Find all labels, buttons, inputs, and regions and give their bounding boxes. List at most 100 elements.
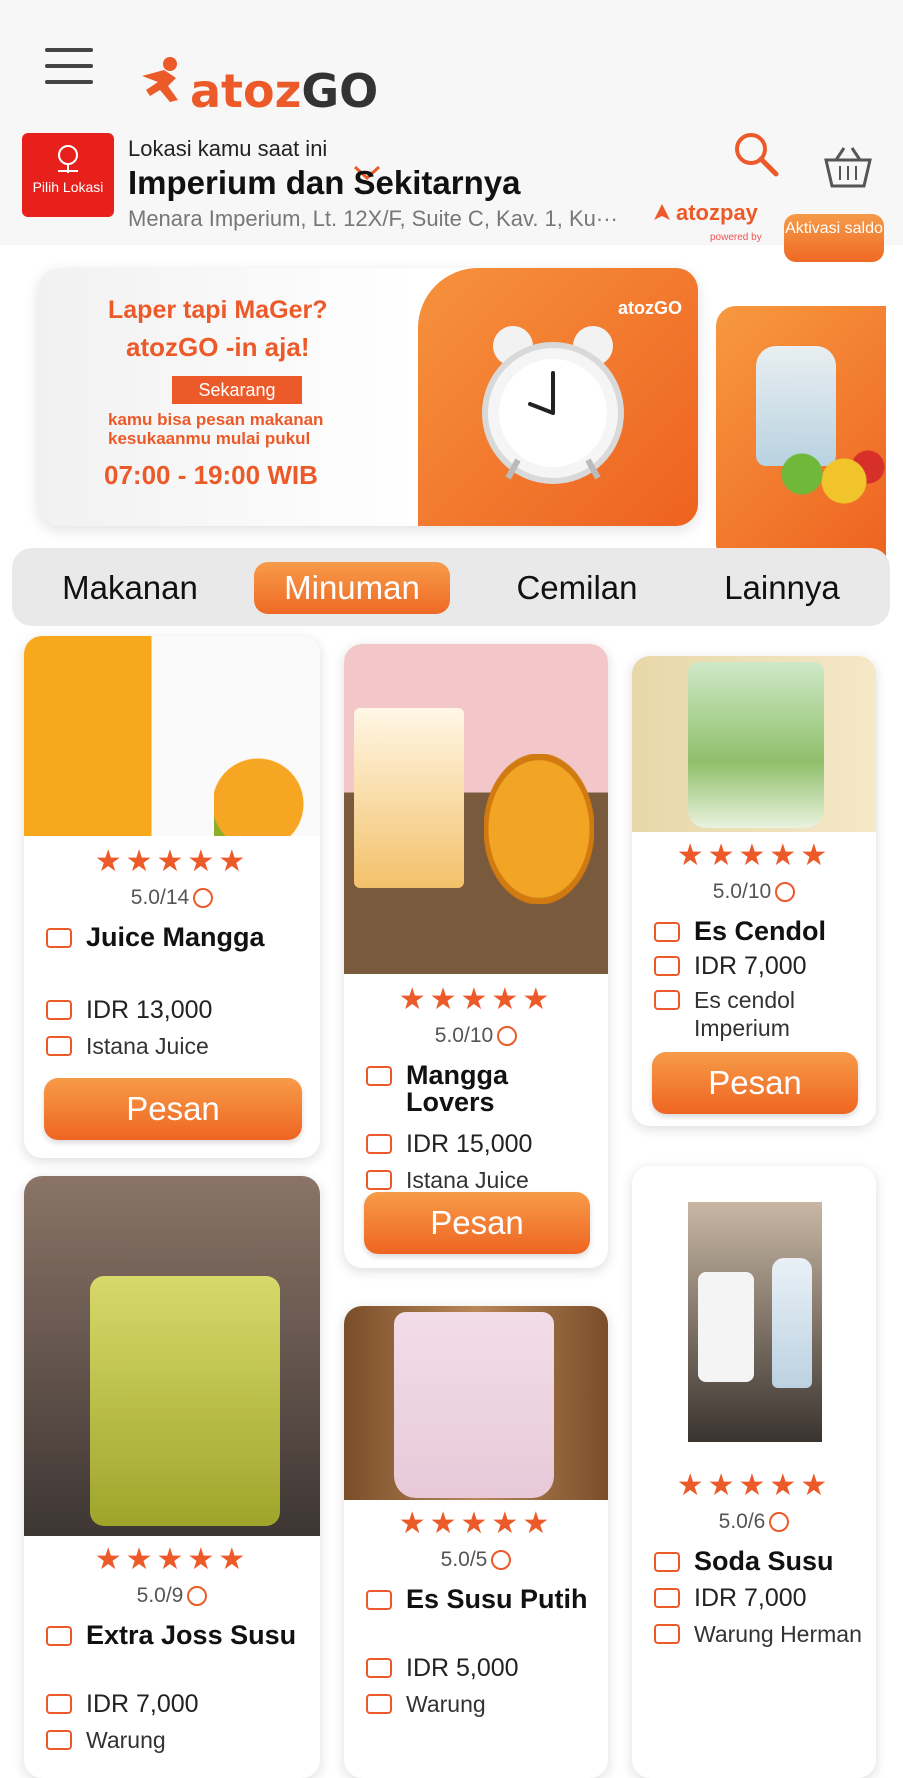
rating-value: 5.0/5: [440, 1548, 488, 1571]
product-price: IDR 7,000: [86, 1690, 199, 1718]
product-card[interactable]: ★★★★★ 5.0/6 Soda Susu IDR 7,000 Warung H…: [632, 1166, 876, 1778]
order-button[interactable]: Pesan: [652, 1052, 858, 1114]
product-price: IDR 7,000: [694, 1584, 807, 1612]
rating-value: 5.0/9: [136, 1584, 184, 1607]
product-name: Es Susu Putih: [406, 1584, 588, 1614]
user-icon: [187, 1586, 208, 1607]
store-icon: [46, 1730, 72, 1750]
price-tag-icon: [46, 1694, 72, 1714]
choose-location-label: Pilih Lokasi: [32, 179, 104, 195]
product-image: [24, 636, 320, 836]
location-pin-icon: [58, 145, 78, 173]
order-button[interactable]: Pesan: [364, 1192, 590, 1254]
user-icon: [769, 1512, 790, 1533]
product-image: [632, 656, 876, 832]
product-name-row: Es Cendol: [654, 918, 866, 945]
location-caption: Lokasi kamu saat ini: [128, 136, 328, 161]
product-price-row: IDR 7,000: [654, 1584, 866, 1613]
product-name: Mangga Lovers: [406, 1060, 509, 1117]
product-store-row: Warung: [366, 1690, 598, 1718]
product-store: Warung: [406, 1691, 486, 1717]
mango-image: [484, 754, 594, 904]
product-price-row: IDR 7,000: [654, 952, 866, 981]
basket-icon[interactable]: [822, 144, 874, 190]
product-price-row: IDR 15,000: [366, 1130, 598, 1159]
rating-value: 5.0/10: [434, 1024, 494, 1047]
dish-icon: [654, 922, 680, 942]
store-icon: [366, 1170, 392, 1190]
product-name: Juice Mangga: [86, 922, 265, 952]
rating-count: 5.0/5: [344, 1548, 608, 1572]
activate-balance-button[interactable]: Aktivasi saldo: [784, 214, 884, 262]
atozpay-name: atozpay: [676, 200, 758, 225]
app-logo: atozGO: [138, 50, 398, 130]
price-tag-icon: [366, 1658, 392, 1678]
dish-icon: [46, 1626, 72, 1646]
alarm-clock-icon: [482, 326, 624, 484]
tab-cemilan[interactable]: Cemilan: [502, 562, 652, 614]
mango-image: [214, 756, 320, 836]
product-store-row: Istana Juice: [366, 1166, 598, 1194]
extra-joss-glass-image: [90, 1276, 280, 1526]
logo-word-dark: GO: [301, 64, 379, 118]
logo-word: atozGO: [190, 64, 378, 118]
promo-tagline: atozGO -in aja!: [126, 332, 309, 363]
promo-banner[interactable]: Laper tapi MaGer? atozGO -in aja! Sekara…: [38, 268, 698, 526]
product-price: IDR 13,000: [86, 996, 213, 1024]
product-card[interactable]: ★★★★★ 5.0/14 Juice Mangga IDR 13,000 Ist…: [24, 636, 320, 1158]
menu-icon[interactable]: [45, 48, 93, 84]
promo-banner-groceries[interactable]: [716, 306, 886, 564]
product-price-row: IDR 5,000: [366, 1654, 598, 1683]
atozpay-mark-icon: [654, 204, 670, 220]
product-card[interactable]: ★★★★★ 5.0/10 Es Cendol IDR 7,000 Es cend…: [632, 656, 876, 1126]
logo-word-orange: atoz: [190, 64, 302, 118]
tab-makanan[interactable]: Makanan: [40, 562, 220, 614]
rating-count: 5.0/6: [632, 1510, 876, 1534]
rating-stars: ★★★★★: [94, 1543, 250, 1576]
tab-lainnya[interactable]: Lainnya: [712, 562, 852, 614]
product-card[interactable]: ★★★★★ 5.0/9 Extra Joss Susu IDR 7,000 Wa…: [24, 1176, 320, 1778]
soda-bottle-image: [772, 1258, 812, 1388]
product-store: Warung Herman: [694, 1621, 862, 1647]
search-icon[interactable]: [732, 130, 780, 178]
user-icon: [491, 1550, 512, 1571]
location-title[interactable]: Imperium dan Sekitarnya: [128, 164, 520, 202]
choose-location-button[interactable]: Pilih Lokasi: [22, 133, 114, 217]
promo-banner-text-area: Laper tapi MaGer? atozGO -in aja! Sekara…: [38, 268, 418, 526]
product-card[interactable]: ★★★★★ 5.0/5 Es Susu Putih IDR 5,000 Waru…: [344, 1306, 608, 1778]
product-price: IDR 7,000: [694, 952, 807, 980]
product-name-row: Mangga Lovers: [366, 1062, 598, 1116]
product-price-row: IDR 13,000: [46, 996, 310, 1025]
product-store: Warung: [86, 1727, 166, 1753]
order-button[interactable]: Pesan: [44, 1078, 302, 1140]
product-name: Soda Susu: [694, 1546, 834, 1576]
product-name-row: Soda Susu: [654, 1548, 866, 1575]
runner-logo-icon: [142, 57, 178, 102]
rating-stars: ★★★★★: [94, 845, 250, 878]
product-name: Extra Joss Susu: [86, 1620, 297, 1650]
dish-icon: [654, 1552, 680, 1572]
price-tag-icon: [46, 1000, 72, 1020]
rating-value: 5.0/10: [712, 880, 772, 903]
promo-banner-image: atozGO: [418, 268, 698, 526]
product-image: [344, 644, 608, 974]
promo-tagline-logo: atozGO: [126, 332, 219, 362]
product-image: [688, 1202, 822, 1442]
user-icon: [193, 888, 214, 909]
atozpay-sub: powered by: [710, 232, 762, 243]
cendol-glass-image: [688, 662, 824, 828]
rating-stars: ★★★★★: [398, 1507, 554, 1540]
rating-value: 5.0/14: [130, 886, 190, 909]
store-icon: [366, 1694, 392, 1714]
product-name: Es Cendol: [694, 916, 827, 946]
product-price: IDR 15,000: [406, 1130, 533, 1158]
milk-glass-image: [698, 1272, 754, 1382]
rating-count: 5.0/14: [24, 886, 320, 910]
rating-value: 5.0/6: [718, 1510, 766, 1533]
dish-icon: [366, 1066, 392, 1086]
product-card[interactable]: ★★★★★ 5.0/10 Mangga Lovers IDR 15,000 Is…: [344, 644, 608, 1268]
tab-minuman[interactable]: Minuman: [254, 562, 450, 614]
store-icon: [654, 1624, 680, 1644]
dish-icon: [366, 1590, 392, 1610]
product-store-row: Warung: [46, 1726, 310, 1754]
